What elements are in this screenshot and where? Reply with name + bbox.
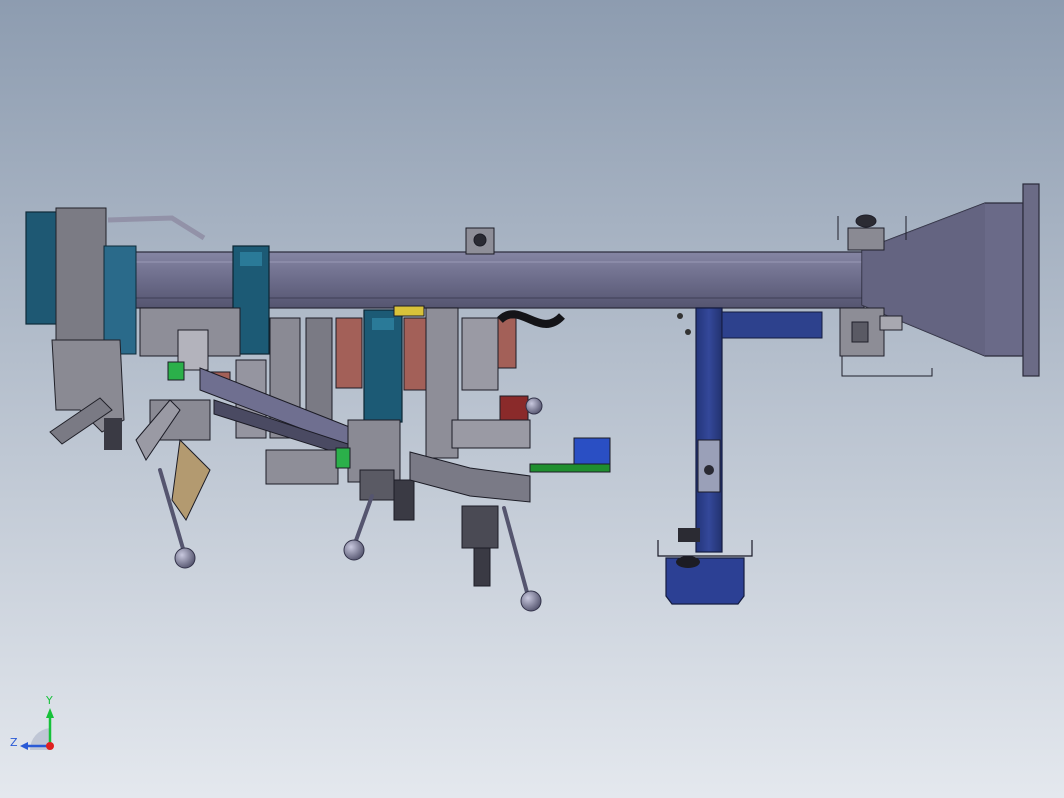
lever-ball-2 [343, 539, 365, 561]
z-axis-label: Z [10, 736, 18, 749]
lever-ball-3 [520, 590, 542, 612]
y-axis-label: Y [46, 694, 53, 707]
lever-ball-1 [174, 547, 196, 569]
cad-viewport[interactable]: Y Z [0, 0, 1064, 798]
x-axis-dot [46, 742, 54, 750]
cad-model-drawing [0, 0, 1064, 798]
teal-bracket-2 [363, 309, 403, 423]
